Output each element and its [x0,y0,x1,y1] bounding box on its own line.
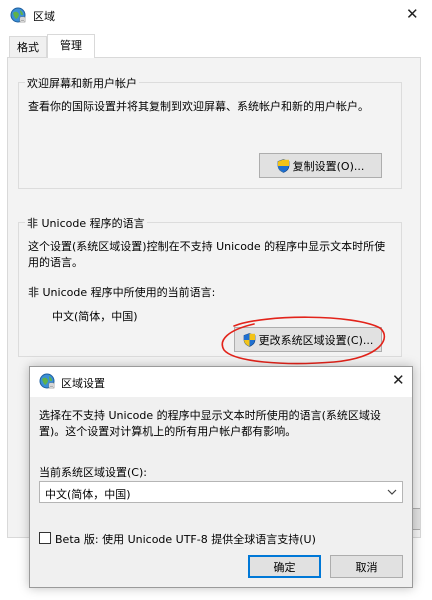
system-locale-select[interactable]: 中文(简体，中国) [39,481,403,503]
change-system-locale-button[interactable]: 更改系统区域设置(C)... [234,327,382,352]
beta-utf8-checkbox[interactable] [39,532,51,544]
uac-shield-icon [277,158,289,173]
nonunicode-description: 这个设置(系统区域设置)控制在不支持 Unicode 的程序中显示文本时所使用的… [28,240,386,269]
copy-settings-button[interactable]: 复制设置(O)... [259,153,382,178]
current-locale-label: 当前系统区域设置(C): [39,466,147,479]
system-locale-value: 中文(简体，中国) [45,488,131,501]
uac-shield-icon [243,332,255,347]
current-language-value: 中文(简体，中国) [52,310,138,323]
close-icon[interactable]: ✕ [406,7,419,22]
cancel-button[interactable]: 取消 [330,555,403,578]
globe-region-icon [10,7,26,23]
title-bar: 区域 ✕ [0,0,432,30]
chevron-down-icon [387,489,397,495]
dialog-description: 选择在不支持 Unicode 的程序中显示文本时所使用的语言(系统区域设置)。这… [39,409,381,438]
close-icon[interactable]: ✕ [392,373,405,388]
window-title: 区域 [33,10,55,23]
current-language-label: 非 Unicode 程序中所使用的当前语言: [28,286,216,299]
dialog-title-bar: 区域设置 ✕ [30,367,412,397]
welcome-group-title: 欢迎屏幕和新用户帐户 [25,75,139,91]
nonunicode-group-title: 非 Unicode 程序的语言 [25,215,147,231]
dialog-title: 区域设置 [61,377,105,390]
beta-utf8-label: Beta 版: 使用 Unicode UTF-8 提供全球语言支持(U) [55,533,316,546]
tab-format[interactable]: 格式 [9,36,47,58]
tab-administrative[interactable]: 管理 [47,34,95,58]
region-settings-dialog: 区域设置 ✕ 选择在不支持 Unicode 的程序中显示文本时所使用的语言(系统… [29,366,413,588]
hidden-button-edge [412,508,420,530]
welcome-description: 查看你的国际设置并将其复制到欢迎屏幕、系统帐户和新的用户帐户。 [28,100,369,113]
globe-region-icon [39,373,55,389]
ok-button[interactable]: 确定 [248,555,321,578]
